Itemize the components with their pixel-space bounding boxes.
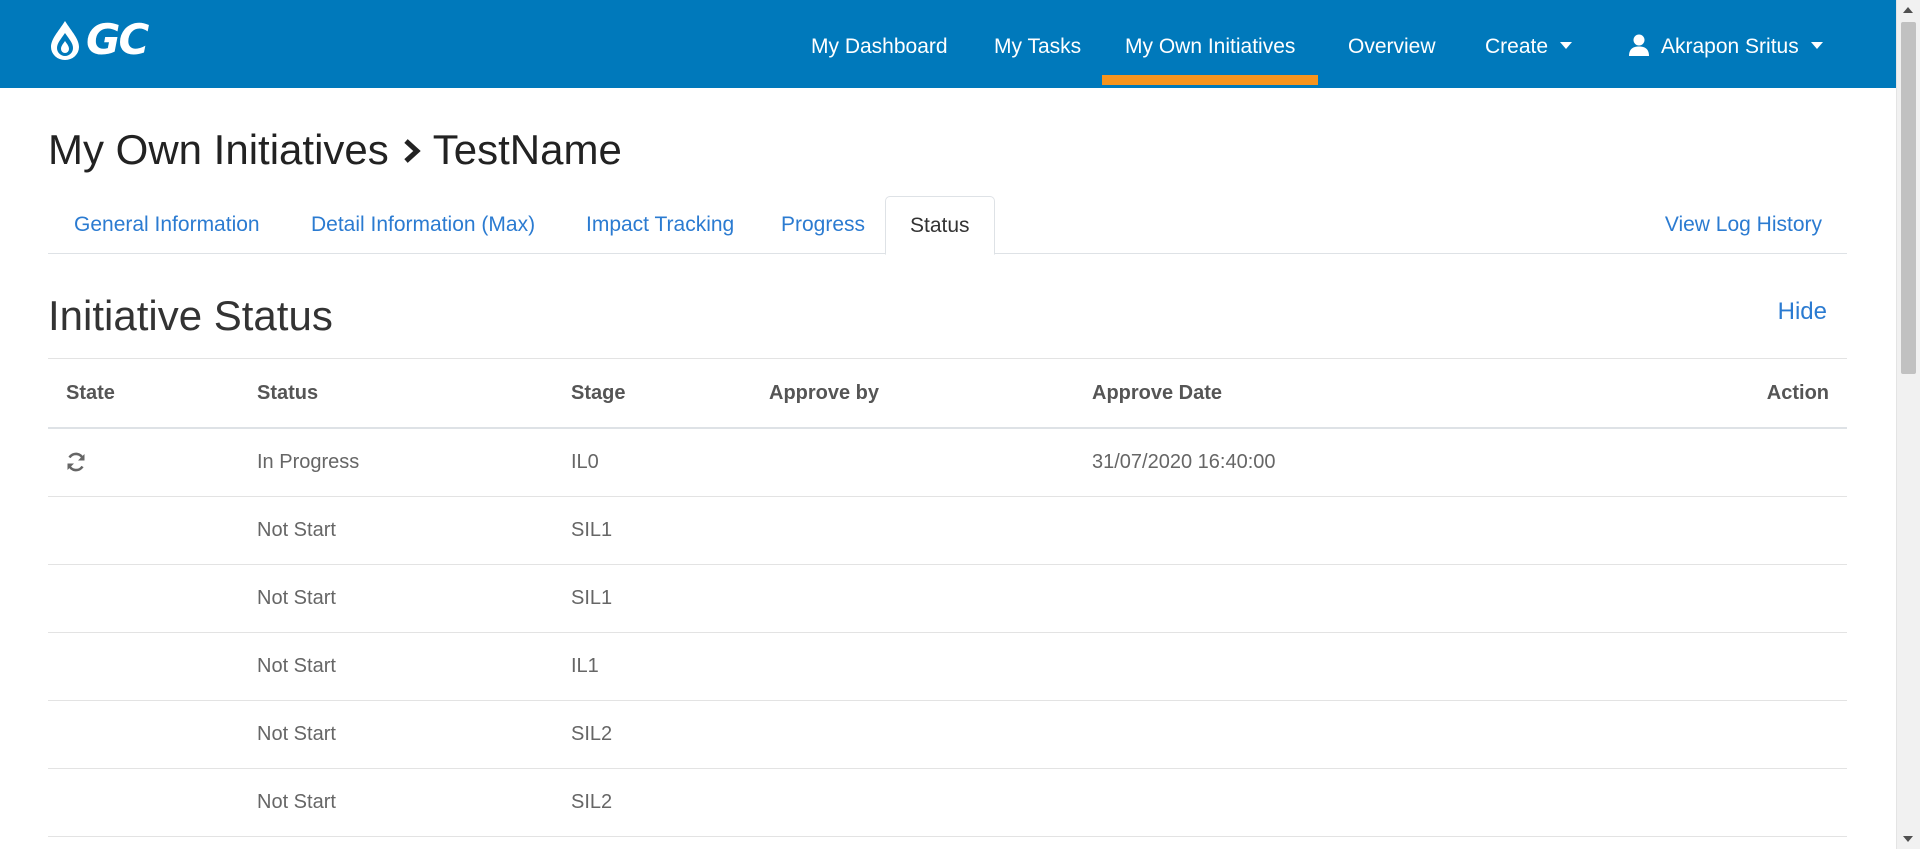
- header-approve-date: Approve Date: [1092, 382, 1223, 404]
- nav-my-dashboard[interactable]: My Dashboard: [811, 0, 948, 88]
- page-scrollbar[interactable]: [1896, 0, 1920, 849]
- user-icon: [1629, 34, 1649, 57]
- cell-status: Not Start: [257, 723, 336, 745]
- cell-stage: IL0: [571, 451, 599, 473]
- scroll-thumb[interactable]: [1901, 22, 1916, 374]
- scroll-down-arrow-icon[interactable]: [1903, 836, 1913, 842]
- table-row: In Progress IL0 31/07/2020 16:40:00: [48, 429, 1847, 497]
- cell-stage: SIL1: [571, 519, 613, 541]
- cell-status: Not Start: [257, 655, 336, 677]
- nav-overview[interactable]: Overview: [1348, 0, 1436, 88]
- header-status: Status: [257, 382, 319, 404]
- cell-stage: IL1: [571, 655, 599, 677]
- table-row: Not Start SIL2: [48, 701, 1847, 769]
- table-row: Not Start SIL2: [48, 769, 1847, 837]
- tab-status[interactable]: Status: [885, 196, 995, 255]
- user-menu-dropdown[interactable]: Akrapon Sritus: [1629, 0, 1823, 88]
- header-state: State: [66, 382, 115, 404]
- cell-status: Not Start: [257, 587, 336, 609]
- cell-status: Not Start: [257, 791, 336, 813]
- view-log-history-link[interactable]: View Log History: [1665, 196, 1822, 253]
- nav-my-tasks[interactable]: My Tasks: [994, 0, 1081, 88]
- table-header-row: State Status Stage Approve by Approve Da…: [48, 359, 1847, 429]
- cell-approve-date: 31/07/2020 16:40:00: [1092, 451, 1276, 473]
- caret-down-icon: [1810, 41, 1823, 49]
- nav-my-own-initiatives-label: My Own Initiatives: [1125, 35, 1296, 58]
- header-stage: Stage: [571, 382, 626, 404]
- cell-status: Not Start: [257, 519, 336, 541]
- nav-create-label: Create: [1485, 35, 1549, 58]
- breadcrumb-current: TestName: [432, 126, 622, 173]
- nav-my-own-initiatives[interactable]: My Own Initiatives: [1101, 0, 1319, 88]
- cell-stage: SIL2: [571, 723, 613, 745]
- table-row: Not Start SIL1: [48, 565, 1847, 633]
- breadcrumb: My Own Initiatives TestName: [48, 126, 622, 174]
- logo-text: GC: [86, 15, 149, 64]
- hide-section-link[interactable]: Hide: [1778, 298, 1827, 326]
- cell-status: In Progress: [257, 451, 360, 473]
- nav-create-dropdown[interactable]: Create: [1485, 0, 1573, 88]
- drop-logo-icon: [51, 21, 79, 60]
- cell-stage: SIL2: [571, 791, 613, 813]
- user-name: Akrapon Sritus: [1661, 35, 1799, 58]
- top-navbar: GC My Dashboard My Tasks My Own Initiati…: [0, 0, 1897, 88]
- tab-progress[interactable]: Progress: [781, 196, 865, 253]
- tab-impact-tracking[interactable]: Impact Tracking: [586, 196, 734, 253]
- cell-stage: SIL1: [571, 587, 613, 609]
- sync-icon: [65, 451, 87, 479]
- tab-detail-information-max[interactable]: Detail Information (Max): [311, 196, 535, 253]
- header-approve-by: Approve by: [769, 382, 880, 404]
- table-row: Not Start SIL1: [48, 497, 1847, 565]
- section-title: Initiative Status: [48, 292, 333, 339]
- gc-logo[interactable]: GC: [48, 18, 180, 62]
- table-row: Not Start IL1: [48, 633, 1847, 701]
- initiative-tabs: General Information Detail Information (…: [48, 196, 1847, 255]
- initiative-status-table: State Status Stage Approve by Approve Da…: [48, 359, 1847, 837]
- tab-general-information[interactable]: General Information: [74, 196, 260, 253]
- header-action: Action: [1766, 382, 1829, 404]
- caret-down-icon: [1560, 41, 1573, 49]
- scroll-up-arrow-icon[interactable]: [1903, 7, 1913, 13]
- chevron-right-icon: [403, 126, 421, 174]
- breadcrumb-parent[interactable]: My Own Initiatives: [48, 126, 389, 174]
